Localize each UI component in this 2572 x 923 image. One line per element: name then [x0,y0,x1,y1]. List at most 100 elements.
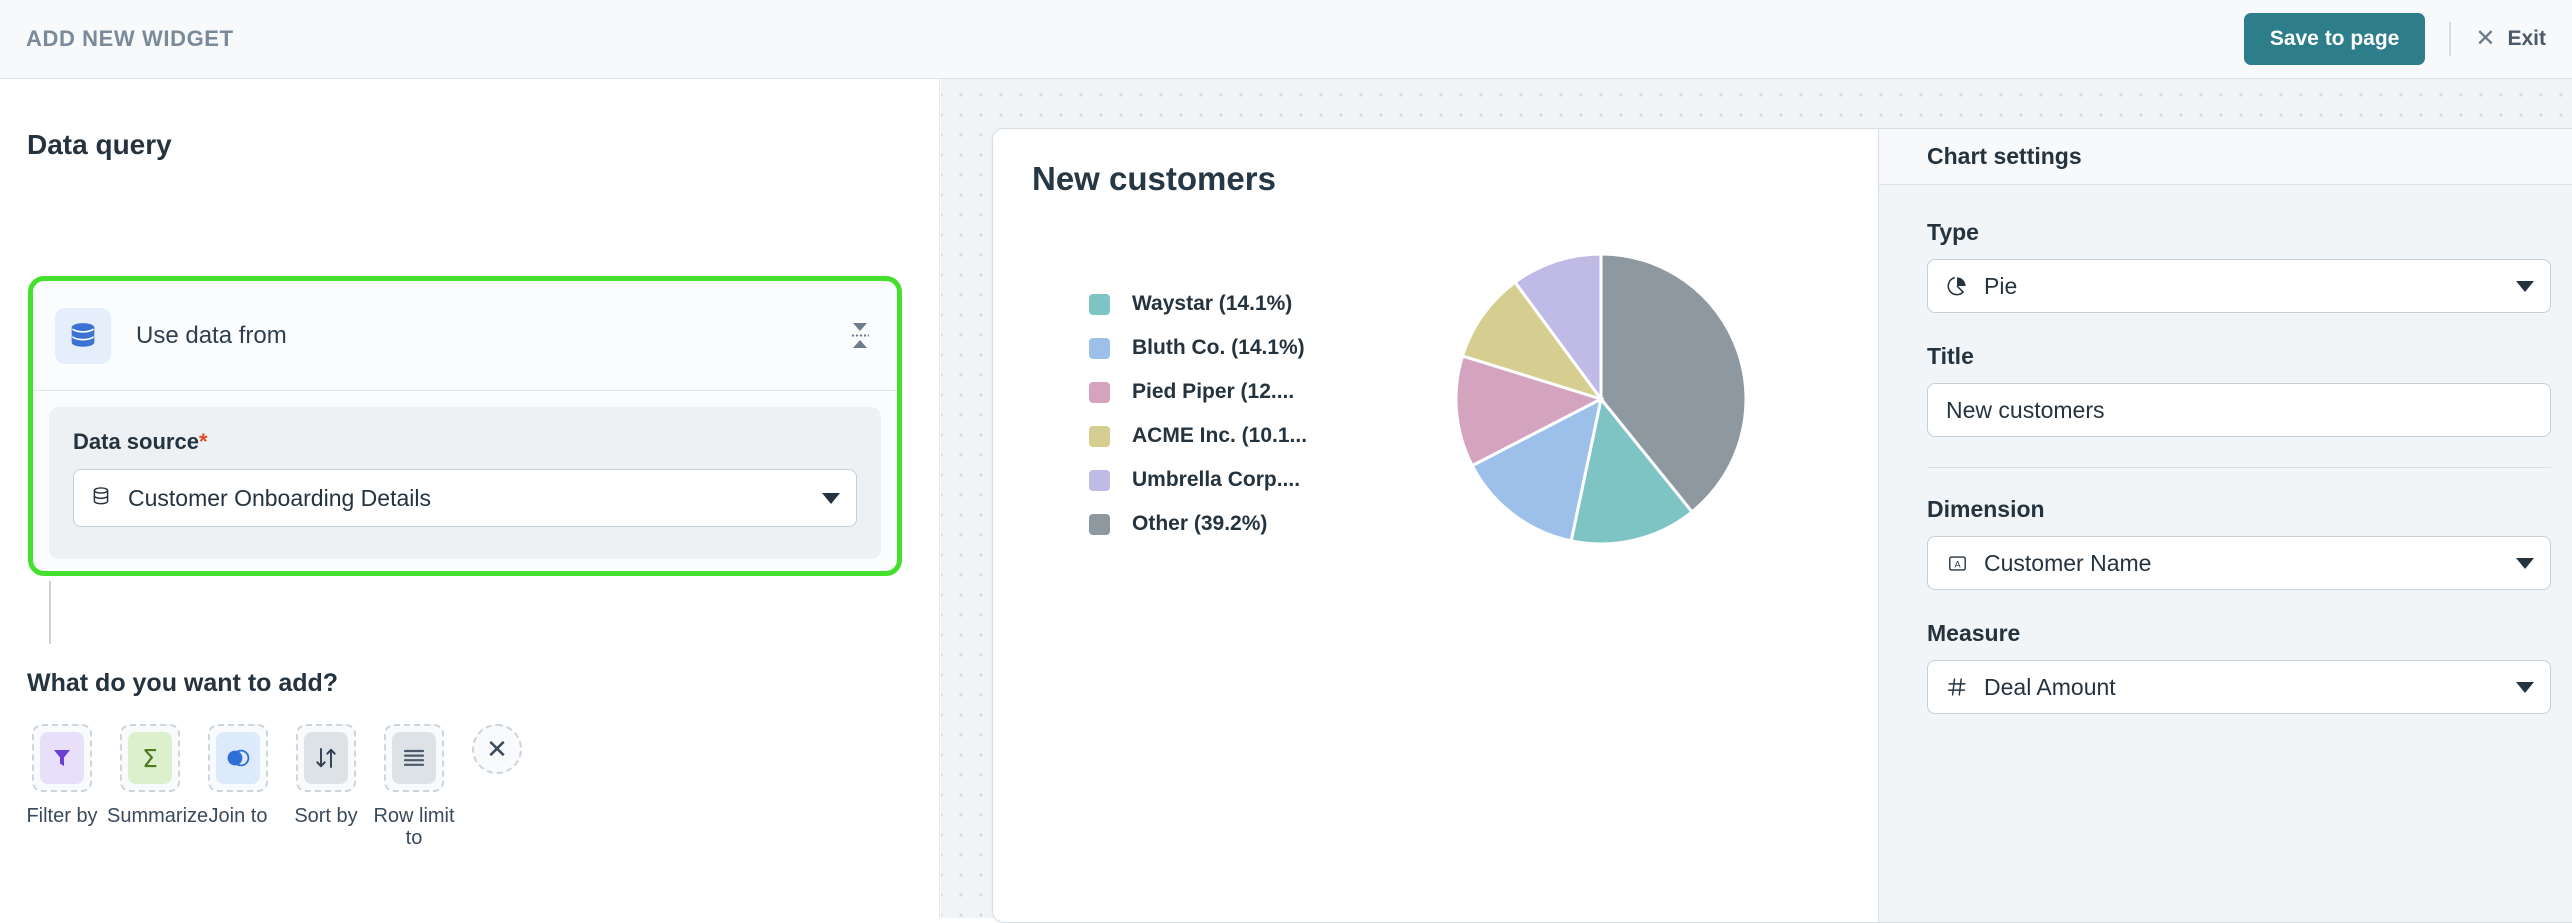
legend-label: Umbrella Corp.... [1132,468,1300,492]
legend-swatch [1089,426,1110,447]
legend-item[interactable]: Other (39.2%) [1089,512,1307,536]
filter-icon-swatch [40,732,84,784]
chevron-down-icon [2516,558,2534,569]
action-row-limit-to[interactable]: Row limit to [370,724,458,849]
dimension-label: Dimension [1927,496,2551,523]
chevron-down-icon [2516,682,2534,693]
action-label: Sort by [283,806,369,828]
rows-icon [402,748,426,768]
pie-chart [1451,249,1751,549]
type-label: Type [1927,219,2551,246]
query-connector-line [49,581,51,644]
title-input[interactable] [1927,383,2551,437]
action-label: Filter by [19,806,105,828]
legend-swatch [1089,338,1110,359]
number-field-icon [1944,676,1970,698]
chevron-down-icon [2516,281,2534,292]
svg-text:A: A [1954,559,1961,569]
sigma-icon: Σ [142,744,158,773]
add-step-heading: What do you want to add? [27,669,338,698]
sort-icon-swatch [304,732,348,784]
close-icon: ✕ [2475,27,2495,51]
chart-settings-header: Chart settings [1879,129,2572,185]
data-source-section: Data source* Customer Onboarding Details [49,407,881,559]
filter-icon [50,746,74,770]
chart-preview: New customers Waystar (14.1%) Bluth Co. … [993,129,1878,922]
chart-title: New customers [1032,160,1276,198]
text-field-icon: A [1944,553,1970,574]
data-query-panel: Data query Use data from Data [0,79,940,918]
top-bar-actions: Save to page ✕ Exit [2244,13,2546,65]
collapse-handle-icon[interactable] [845,316,875,356]
dimension-select[interactable]: A Customer Name [1927,536,2551,590]
database-icon [90,485,112,512]
legend-swatch [1089,514,1110,535]
data-source-select[interactable]: Customer Onboarding Details [73,469,857,527]
action-frame [32,724,92,792]
data-source-label: Data source* [73,429,857,455]
sort-icon [313,746,339,770]
type-select[interactable]: Pie [1927,259,2551,313]
save-to-page-button[interactable]: Save to page [2244,13,2426,65]
exit-label: Exit [2507,27,2546,51]
widget-preview-card: New customers Waystar (14.1%) Bluth Co. … [992,128,2572,923]
chart-settings-body: Type Pie Title Dimension [1879,185,2572,714]
action-filter-by[interactable]: Filter by [18,724,106,828]
pie-chart-icon [1944,275,1970,297]
legend-swatch [1089,294,1110,315]
action-frame [384,724,444,792]
action-join-to[interactable]: Join to [194,724,282,828]
action-frame [208,724,268,792]
widget-canvas: New customers Waystar (14.1%) Bluth Co. … [941,79,2572,918]
chevron-down-icon [822,493,840,504]
legend-label: Other (39.2%) [1132,512,1267,536]
measure-value: Deal Amount [1984,674,2116,701]
close-add-step-button[interactable]: ✕ [462,724,532,774]
join-icon-swatch [216,732,260,784]
legend-item[interactable]: Umbrella Corp.... [1089,468,1307,492]
title-label: Title [1927,343,2551,370]
legend-item[interactable]: Bluth Co. (14.1%) [1089,336,1307,360]
action-frame [296,724,356,792]
page-title: ADD NEW WIDGET [26,26,234,52]
legend-label: ACME Inc. (10.1... [1132,424,1307,448]
divider [1927,467,2551,468]
legend-swatch [1089,470,1110,491]
use-data-from-card[interactable]: Use data from Data source* Custo [28,276,902,576]
use-data-from-label: Use data from [136,322,287,350]
action-frame: Σ [120,724,180,792]
dimension-value: Customer Name [1984,550,2151,577]
sigma-icon-swatch: Σ [128,732,172,784]
legend-item[interactable]: Waystar (14.1%) [1089,292,1307,316]
close-icon: ✕ [472,724,522,774]
type-value: Pie [1984,273,2017,300]
legend-item[interactable]: ACME Inc. (10.1... [1089,424,1307,448]
legend-label: Pied Piper (12.... [1132,380,1294,404]
legend-swatch [1089,382,1110,403]
use-data-from-row[interactable]: Use data from [33,281,897,391]
chart-settings-title: Chart settings [1927,143,2082,170]
legend-label: Waystar (14.1%) [1132,292,1292,316]
action-label: Join to [195,806,281,828]
required-marker: * [199,429,208,454]
action-sort-by[interactable]: Sort by [282,724,370,828]
database-icon [55,308,111,364]
legend-item[interactable]: Pied Piper (12.... [1089,380,1307,404]
chart-legend: Waystar (14.1%) Bluth Co. (14.1%) Pied P… [1089,292,1307,536]
action-label: Row limit to [371,806,457,849]
add-step-actions: Filter by Σ Summarize Join to [18,724,532,849]
exit-button[interactable]: ✕ Exit [2475,27,2546,51]
action-summarize[interactable]: Σ Summarize [106,724,194,828]
measure-label: Measure [1927,620,2551,647]
divider [2449,22,2451,56]
measure-select[interactable]: Deal Amount [1927,660,2551,714]
data-source-value: Customer Onboarding Details [128,485,431,512]
top-bar: ADD NEW WIDGET Save to page ✕ Exit [0,0,2572,79]
data-query-heading: Data query [27,129,172,161]
rows-icon-swatch [392,732,436,784]
legend-label: Bluth Co. (14.1%) [1132,336,1305,360]
action-label: Summarize [107,806,193,828]
chart-settings-panel: Chart settings Type Pie Title [1878,129,2572,922]
join-icon [225,747,251,769]
data-source-label-text: Data source [73,429,199,454]
